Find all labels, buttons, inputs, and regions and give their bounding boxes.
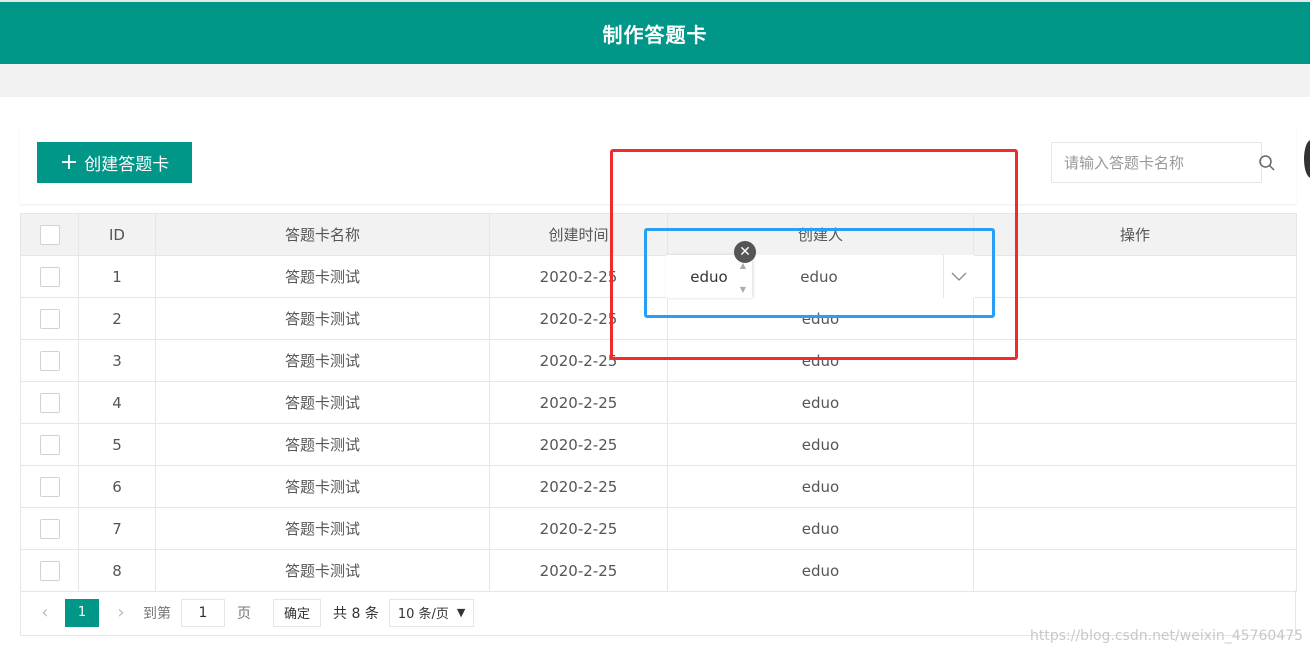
- table-row[interactable]: 7 答题卡测试 2020-2-25 eduo: [20, 507, 1297, 550]
- page-unit-label: 页: [237, 605, 251, 622]
- cell-name: 答题卡测试: [155, 255, 490, 298]
- caret-down-icon: ▼: [456, 606, 466, 619]
- table-row[interactable]: 8 答题卡测试 2020-2-25 eduo: [20, 549, 1297, 592]
- table-row[interactable]: 4 答题卡测试 2020-2-25 eduo: [20, 381, 1297, 424]
- watermark: https://blog.csdn.net/weixin_45760475: [1030, 628, 1304, 644]
- cell-creator[interactable]: eduo: [667, 507, 974, 550]
- cell-name: 答题卡测试: [155, 297, 490, 340]
- cell-name: 答题卡测试: [155, 507, 490, 550]
- cell-name: 答题卡测试: [155, 423, 490, 466]
- cell-actions: [973, 297, 1297, 340]
- row-checkbox[interactable]: [39, 518, 60, 539]
- current-page-button[interactable]: 1: [65, 598, 99, 627]
- cell-creator[interactable]: eduo: [667, 423, 974, 466]
- column-header-name[interactable]: 答题卡名称: [155, 213, 490, 256]
- plus-icon: +: [59, 149, 79, 175]
- create-button-label: 创建答题卡: [84, 155, 170, 175]
- cell-name: 答题卡测试: [155, 381, 490, 424]
- cell-time: 2020-2-25: [489, 549, 668, 592]
- prev-page-icon[interactable]: ‹: [35, 602, 55, 623]
- cell-id: 3: [78, 339, 156, 382]
- row-checkbox[interactable]: [39, 308, 60, 329]
- page-size-select[interactable]: 10 条/页 ▼: [388, 598, 475, 627]
- search-box: [1051, 142, 1275, 183]
- select-all-cell: [20, 213, 79, 256]
- cell-id: 2: [78, 297, 156, 340]
- page-size-value: 10 条/页: [397, 607, 449, 622]
- row-checkbox[interactable]: [39, 560, 60, 581]
- cell-time: 2020-2-25: [489, 465, 668, 508]
- search-input[interactable]: [1052, 143, 1258, 182]
- cell-creator[interactable]: eduo: [667, 465, 974, 508]
- row-checkbox[interactable]: [39, 434, 60, 455]
- cell-actions: [973, 339, 1297, 382]
- table-row[interactable]: 6 答题卡测试 2020-2-25 eduo: [20, 465, 1297, 508]
- row-checkbox[interactable]: [39, 350, 60, 371]
- cell-actions: [973, 423, 1297, 466]
- cell-id: 7: [78, 507, 156, 550]
- cell-creator[interactable]: eduo: [667, 549, 974, 592]
- row-checkbox[interactable]: [39, 476, 60, 497]
- cell-id: 8: [78, 549, 156, 592]
- cell-time: 2020-2-25: [489, 423, 668, 466]
- cell-id: 5: [78, 423, 156, 466]
- app-header: 制作答题卡: [0, 0, 1310, 64]
- column-header-actions: 操作: [973, 213, 1297, 256]
- cell-creator[interactable]: eduo: [667, 381, 974, 424]
- column-header-id[interactable]: ID: [78, 213, 156, 256]
- create-answer-card-button[interactable]: + 创建答题卡: [37, 142, 192, 183]
- row-checkbox[interactable]: [39, 392, 60, 413]
- next-page-icon[interactable]: ›: [111, 602, 131, 623]
- cell-id: 4: [78, 381, 156, 424]
- goto-confirm-button[interactable]: 确定: [273, 598, 322, 627]
- cell-name: 答题卡测试: [155, 549, 490, 592]
- header-spacer: [0, 64, 1310, 97]
- cell-actions: [973, 549, 1297, 592]
- cell-actions: [973, 381, 1297, 424]
- page-title: 制作答题卡: [602, 22, 708, 47]
- table-row[interactable]: 5 答题卡测试 2020-2-25 eduo: [20, 423, 1297, 466]
- page-number-input[interactable]: [181, 598, 225, 627]
- cell-id: 6: [78, 465, 156, 508]
- cell-id: 1: [78, 255, 156, 298]
- cell-actions: [973, 507, 1297, 550]
- total-count: 共 8 条: [333, 605, 379, 622]
- goto-label: 到第: [143, 605, 171, 622]
- floating-button[interactable]: [1304, 140, 1310, 178]
- search-icon[interactable]: [1258, 143, 1276, 182]
- row-checkbox[interactable]: [39, 266, 60, 287]
- cell-actions: [973, 255, 1297, 298]
- cell-name: 答题卡测试: [155, 465, 490, 508]
- cell-name: 答题卡测试: [155, 339, 490, 382]
- blue-annotation-box: [644, 228, 995, 318]
- select-all-checkbox[interactable]: [39, 224, 60, 245]
- cell-actions: [973, 465, 1297, 508]
- cell-time: 2020-2-25: [489, 507, 668, 550]
- cell-time: 2020-2-25: [489, 381, 668, 424]
